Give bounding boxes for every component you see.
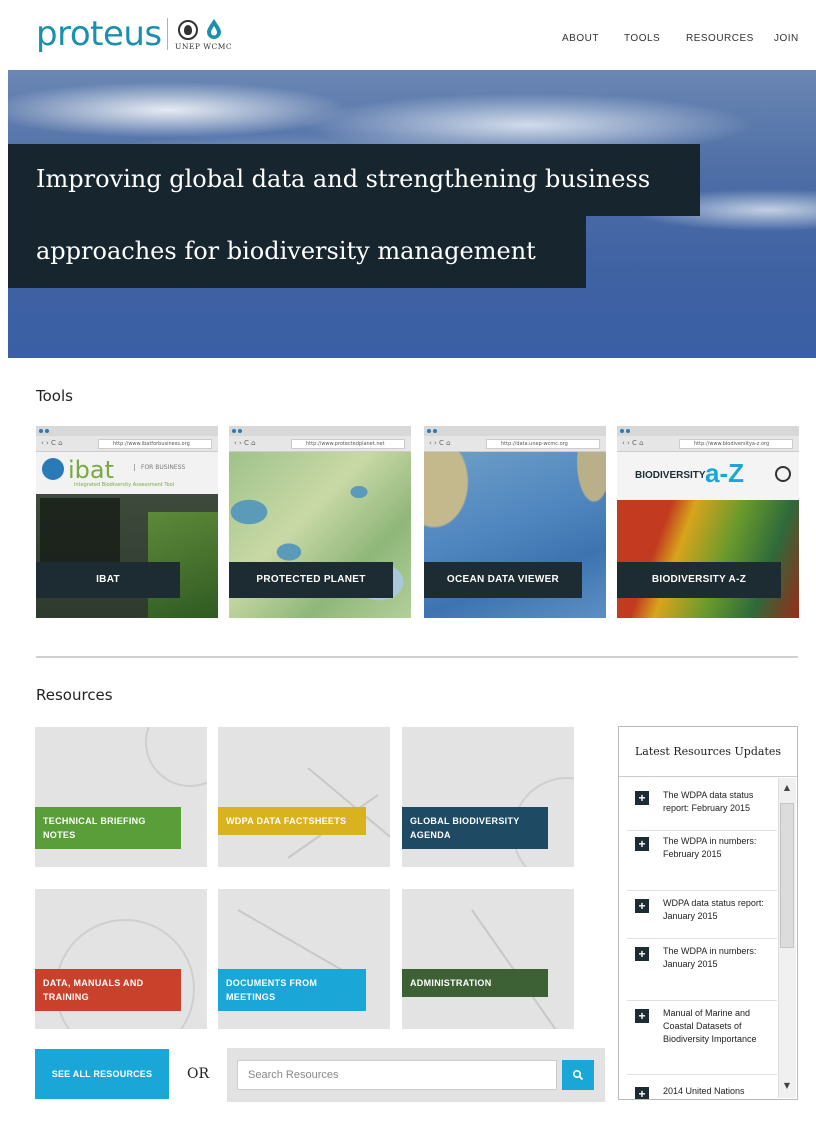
plus-icon[interactable]: +: [635, 837, 649, 851]
tool-card-ibat[interactable]: ‹ › C ⌂ http://www.ibatforbusiness.org i…: [36, 426, 218, 618]
tool-card-biodiversity-a-z[interactable]: ‹ › C ⌂ http://www.biodiversitya-z.org B…: [617, 426, 799, 618]
hero-headline-line-1: Improving global data and strengthening …: [8, 144, 700, 216]
hero-headline-line-2: approaches for biodiversity management: [8, 216, 586, 288]
wcmc-drop-icon: [207, 19, 221, 39]
see-all-resources-button[interactable]: SEE ALL RESOURCES: [35, 1049, 169, 1099]
search-icon: [572, 1069, 584, 1081]
browser-dot: [39, 429, 43, 433]
browser-bar: [424, 426, 606, 436]
partner-text: UNEP WCMC: [175, 42, 233, 51]
browser-dot: [232, 429, 236, 433]
update-item-text: 2014 United Nations: [663, 1086, 745, 1096]
site-header: proteus UNEP WCMC ABOUT TOOLS RESOURCES …: [0, 0, 816, 70]
unep-emblem-icon: [775, 466, 791, 482]
search-button[interactable]: [562, 1060, 594, 1090]
browser-url: http://www.ibatforbusiness.org: [98, 439, 212, 449]
browser-dot: [45, 429, 49, 433]
resource-label: WDPA DATA FACTSHEETS: [218, 807, 366, 835]
ibat-brand-sub: FOR BUSINESS: [134, 464, 185, 471]
browser-bar: [36, 426, 218, 436]
tool-card-protected-planet[interactable]: ‹ › C ⌂ http://www.protectedplanet.net P…: [229, 426, 411, 618]
or-separator: OR: [187, 1066, 210, 1082]
update-item-text: Manual of Marine and Coastal Datasets of…: [663, 1008, 757, 1044]
update-item[interactable]: + Manual of Marine and Coastal Datasets …: [627, 1005, 777, 1075]
plus-icon[interactable]: +: [635, 1087, 649, 1099]
biodiversity-brand-big: a-Z: [705, 458, 744, 488]
browser-address-bar: ‹ › C ⌂ http://www.protectedplanet.net: [229, 436, 411, 452]
tool-label-ibat[interactable]: IBAT: [36, 562, 180, 598]
tile-decoration: [145, 727, 207, 787]
resource-label: ADMINISTRATION: [402, 969, 548, 997]
browser-dot: [433, 429, 437, 433]
ibat-globe-icon: [42, 458, 64, 480]
nav-tools[interactable]: TOOLS: [624, 33, 660, 44]
latest-updates-title: Latest Resources Updates: [619, 727, 797, 777]
plus-icon[interactable]: +: [635, 1009, 649, 1023]
ibat-brand-caption: Integrated Biodiversity Assessment Tool: [74, 482, 175, 488]
proteus-logo[interactable]: proteus: [36, 14, 162, 54]
nav-about[interactable]: ABOUT: [562, 33, 599, 44]
resource-label: DOCUMENTS FROM MEETINGS: [218, 969, 366, 1011]
resource-tile-wdpa-data-factsheets[interactable]: WDPA DATA FACTSHEETS: [218, 727, 390, 867]
update-item[interactable]: + The WDPA in numbers: January 2015: [627, 943, 777, 1001]
browser-nav-icons: ‹ › C ⌂: [41, 439, 63, 447]
browser-dot: [620, 429, 624, 433]
plus-icon[interactable]: +: [635, 899, 649, 913]
update-item-text: The WDPA data status report: February 20…: [663, 790, 754, 813]
browser-dot: [238, 429, 242, 433]
browser-nav-icons: ‹ › C ⌂: [429, 439, 451, 447]
browser-nav-icons: ‹ › C ⌂: [234, 439, 256, 447]
nav-join[interactable]: JOIN: [774, 33, 799, 44]
update-item[interactable]: + The WDPA in numbers: February 2015: [627, 833, 777, 891]
latest-updates-panel: Latest Resources Updates + The WDPA data…: [618, 726, 798, 1100]
update-item[interactable]: + The WDPA data status report: February …: [627, 787, 777, 831]
search-bar: [227, 1048, 605, 1102]
resource-tile-global-biodiversity-agenda[interactable]: GLOBAL BIODIVERSITY AGENDA: [402, 727, 574, 867]
tool-label-biodiversity-a-z[interactable]: BIODIVERSITY A-Z: [617, 562, 781, 598]
resource-tile-administration[interactable]: ADMINISTRATION: [402, 889, 574, 1029]
update-item[interactable]: + WDPA data status report: January 2015: [627, 895, 777, 939]
nav-resources[interactable]: RESOURCES: [686, 33, 754, 44]
logo-divider: [167, 18, 168, 50]
browser-url: http://www.biodiversitya-z.org: [679, 439, 793, 449]
section-divider: [36, 656, 798, 658]
browser-bar: [617, 426, 799, 436]
tool-card-ocean-data-viewer[interactable]: ‹ › C ⌂ http://data.unep-wcmc.org OCEAN …: [424, 426, 606, 618]
update-item-text: WDPA data status report: January 2015: [663, 898, 764, 921]
browser-url: http://data.unep-wcmc.org: [486, 439, 600, 449]
browser-bar: [229, 426, 411, 436]
tool-label-protected-planet[interactable]: PROTECTED PLANET: [229, 562, 393, 598]
browser-address-bar: ‹ › C ⌂ http://www.biodiversitya-z.org: [617, 436, 799, 452]
resource-label: DATA, MANUALS AND TRAINING: [35, 969, 181, 1011]
resource-tile-documents-from-meetings[interactable]: DOCUMENTS FROM MEETINGS: [218, 889, 390, 1029]
browser-address-bar: ‹ › C ⌂ http://data.unep-wcmc.org: [424, 436, 606, 452]
hero-banner: Improving global data and strengthening …: [8, 70, 816, 358]
update-item-text: The WDPA in numbers: February 2015: [663, 836, 757, 859]
tool-label-ocean-data-viewer[interactable]: OCEAN DATA VIEWER: [424, 562, 582, 598]
resources-section-title: Resources: [36, 686, 113, 704]
resource-label: GLOBAL BIODIVERSITY AGENDA: [402, 807, 548, 849]
search-input[interactable]: [237, 1060, 557, 1090]
browser-nav-icons: ‹ › C ⌂: [622, 439, 644, 447]
scrollbar-thumb[interactable]: [780, 803, 794, 948]
biodiversity-brand: BIODIVERSITY: [635, 470, 706, 481]
resource-tile-technical-briefing-notes[interactable]: TECHNICAL BRIEFING NOTES: [35, 727, 207, 867]
browser-dot: [427, 429, 431, 433]
resource-tile-data-manuals-and-training[interactable]: DATA, MANUALS AND TRAINING: [35, 889, 207, 1029]
update-item[interactable]: + 2014 United Nations: [627, 1083, 777, 1099]
unep-emblem-icon: [178, 20, 198, 40]
browser-dot: [626, 429, 630, 433]
scroll-up-icon[interactable]: ▲: [781, 782, 793, 794]
browser-address-bar: ‹ › C ⌂ http://www.ibatforbusiness.org: [36, 436, 218, 452]
scroll-down-icon[interactable]: ▼: [781, 1080, 793, 1092]
browser-url: http://www.protectedplanet.net: [291, 439, 405, 449]
plus-icon[interactable]: +: [635, 791, 649, 805]
tools-section-title: Tools: [36, 387, 73, 405]
resource-label: TECHNICAL BRIEFING NOTES: [35, 807, 181, 849]
plus-icon[interactable]: +: [635, 947, 649, 961]
ibat-brand: ibat: [68, 456, 115, 484]
update-item-text: The WDPA in numbers: January 2015: [663, 946, 757, 969]
